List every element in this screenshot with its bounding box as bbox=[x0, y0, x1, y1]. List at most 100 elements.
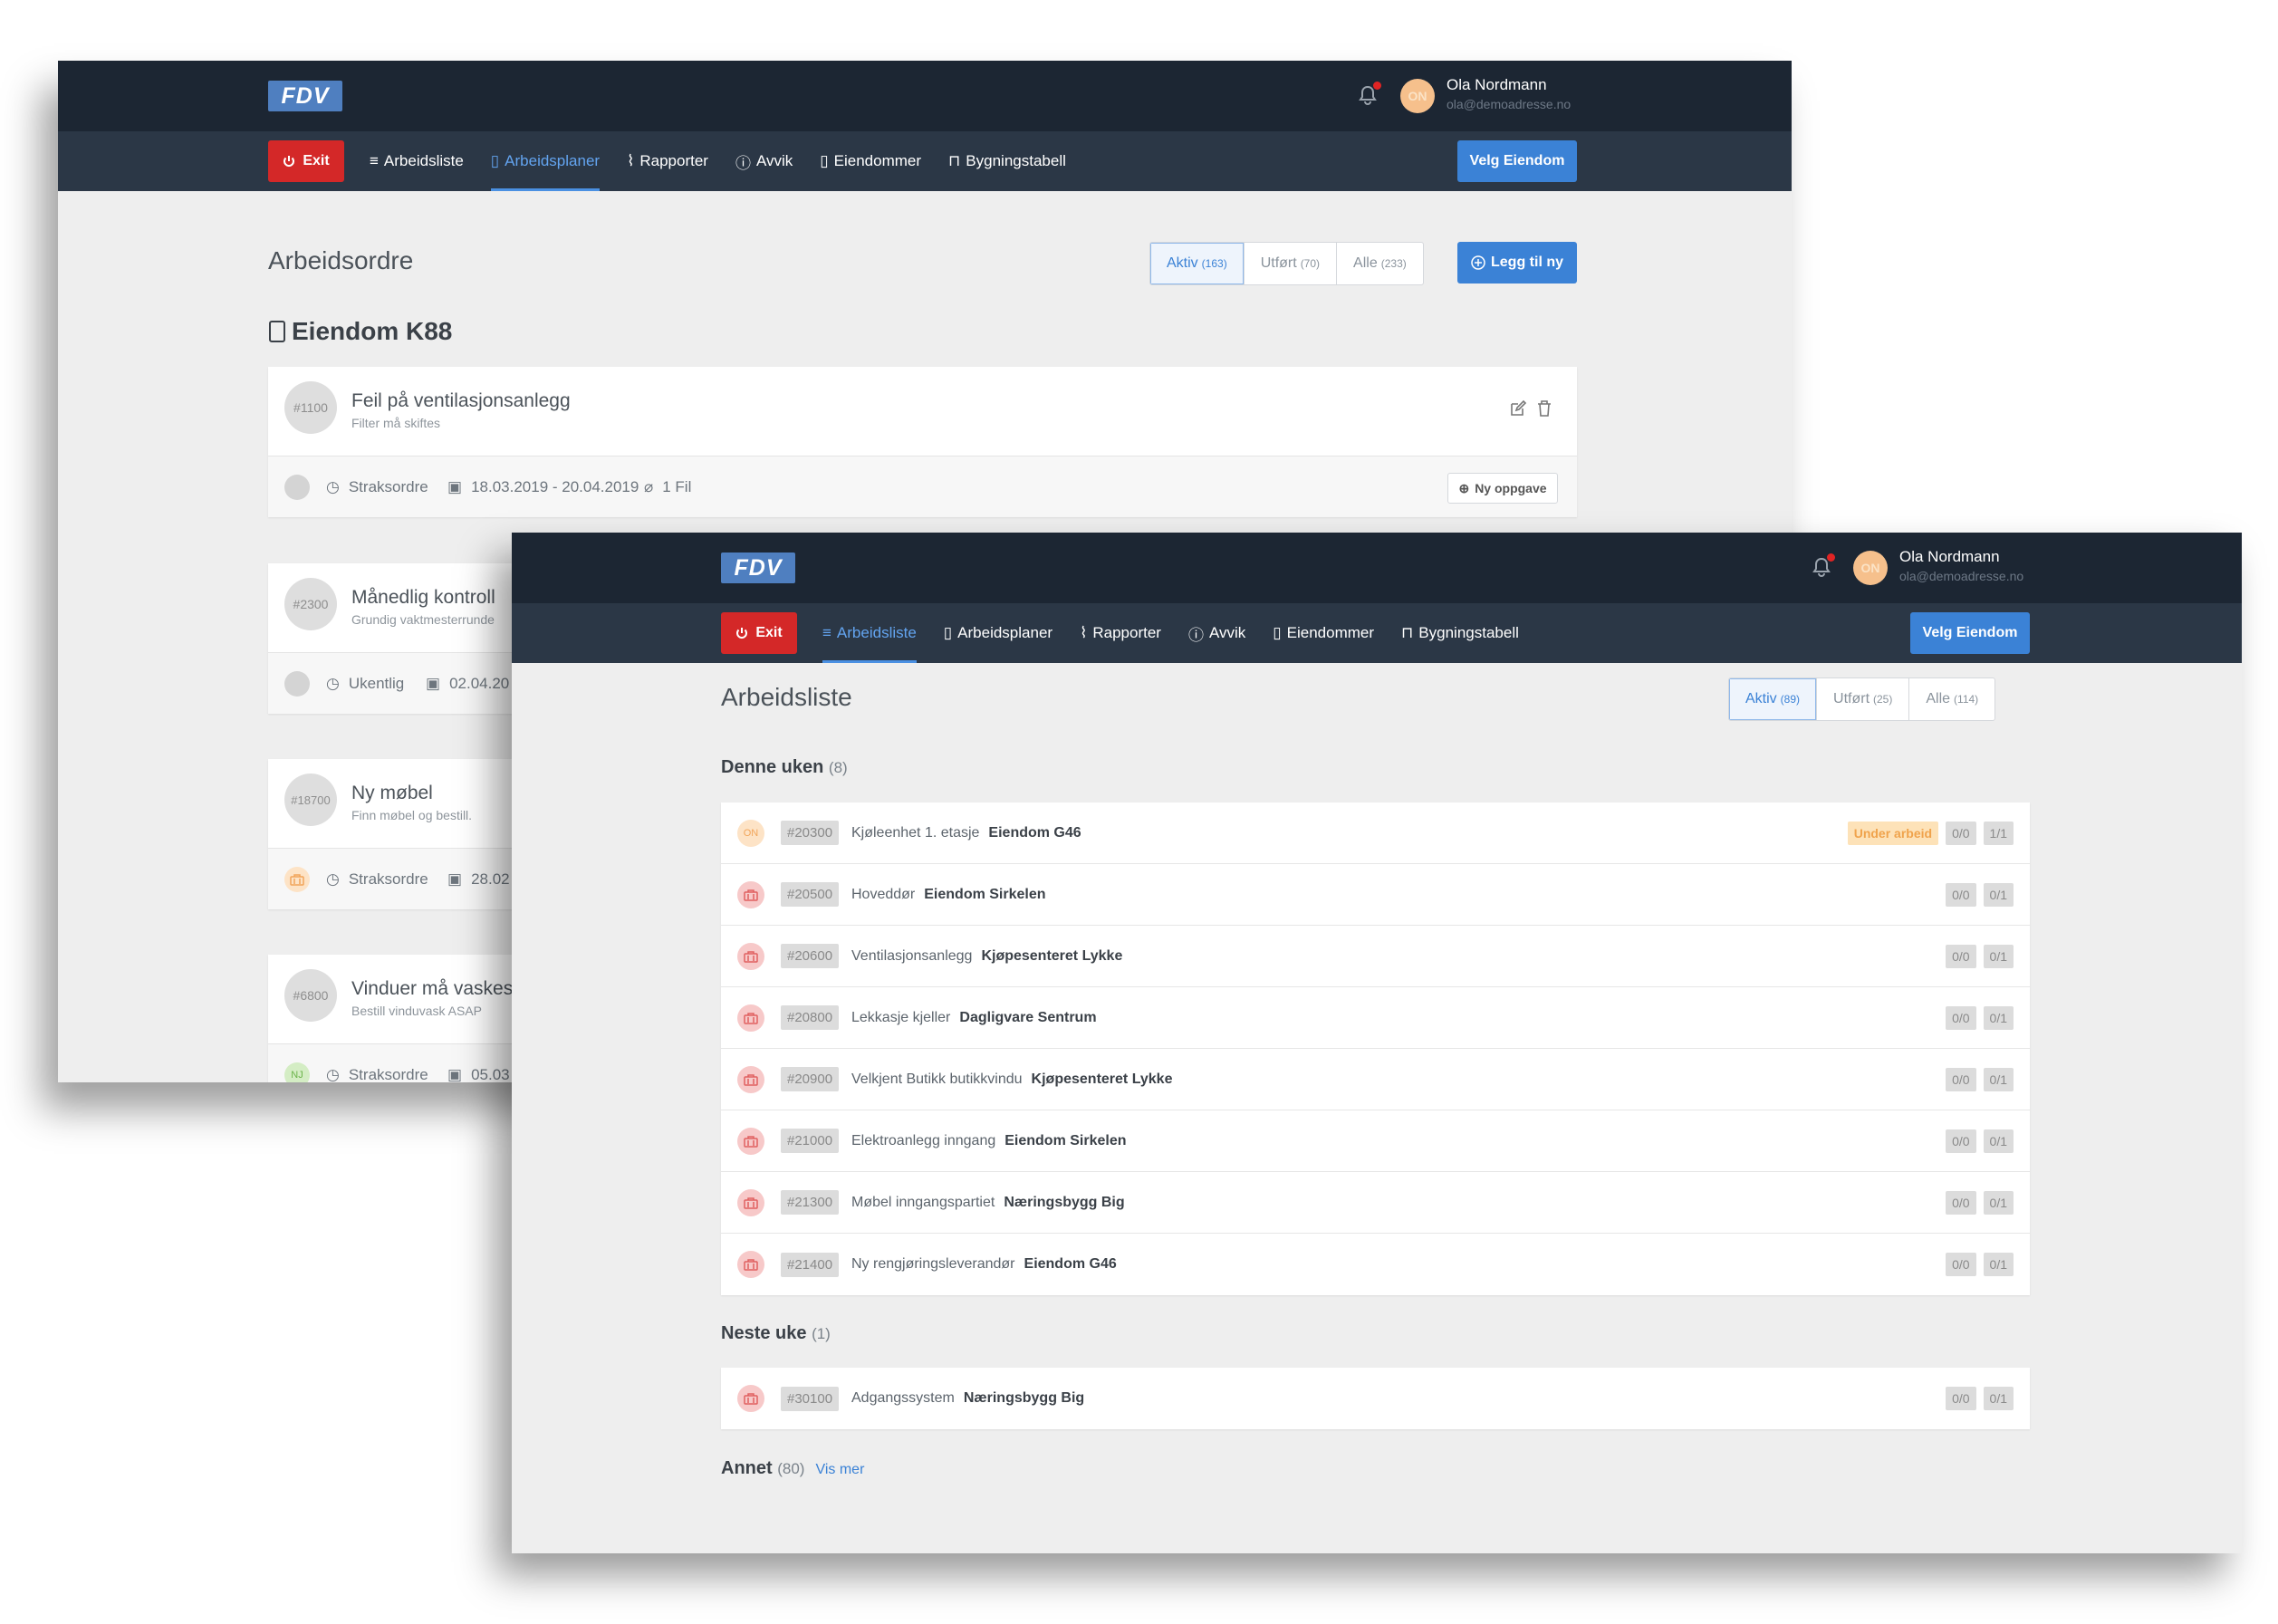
task-row[interactable]: #21400 Ny rengjøringsleverandør Eiendom G4… bbox=[721, 1234, 2030, 1295]
velg-eiendom-button[interactable]: Velg Eiendom bbox=[1457, 140, 1577, 182]
task-row[interactable]: #20900 Velkjent Butikk butikkvindu Kjøpese… bbox=[721, 1049, 2030, 1110]
nav-eiendommer[interactable]: ▯ Eiendommer bbox=[1273, 603, 1374, 663]
work-order-card[interactable]: #1100 Feil på ventilasjonsanlegg Filter … bbox=[268, 367, 1577, 517]
filter-alle[interactable]: Alle (233) bbox=[1336, 243, 1423, 284]
property-heading: Eiendom K88 bbox=[268, 317, 452, 346]
nav-arbeidsplaner[interactable]: ▯ Arbeidsplaner bbox=[490, 131, 601, 191]
status-filter: Aktiv (89) Utført (25) Alle (114) bbox=[1728, 677, 1996, 721]
nav-eiendommer[interactable]: ▯ Eiendommer bbox=[820, 131, 921, 191]
nav-label: Rapporter bbox=[639, 152, 708, 169]
show-more-link[interactable]: Vis mer bbox=[815, 1462, 864, 1477]
nav-bygningstabell[interactable]: ⊓ Bygningstabell bbox=[948, 131, 1066, 191]
date-range-label: 02.04.20 bbox=[449, 675, 510, 692]
task-row[interactable]: #20600 Ventilasjonsanlegg Kjøpesenteret Ly… bbox=[721, 926, 2030, 987]
task-name: Møbel inngangspartiet bbox=[851, 1194, 995, 1210]
nav-arbeidsplaner[interactable]: ▯ Arbeidsplaner bbox=[944, 603, 1052, 663]
edit-icon[interactable] bbox=[1509, 399, 1527, 418]
checklist-badge: 0/0 bbox=[1946, 821, 1976, 845]
bell-icon[interactable] bbox=[1812, 553, 1835, 578]
frequency: ◷ Ukentlig bbox=[326, 675, 404, 693]
assignee-avatar: ON bbox=[737, 819, 764, 847]
add-new-button[interactable]: Legg til ny bbox=[1457, 242, 1577, 283]
nav-arbeidsliste[interactable]: ≡ Arbeidsliste bbox=[822, 603, 917, 663]
task-row[interactable]: #21000 Elektroanlegg inngang Eiendom Sirke… bbox=[721, 1110, 2030, 1172]
nav-avvik[interactable]: ⓘ Avvik bbox=[735, 131, 793, 191]
checklist-badge: 0/0 bbox=[1946, 944, 1976, 968]
order-title: Feil på ventilasjonsanlegg bbox=[351, 390, 571, 411]
task-text: Ventilasjonsanlegg Kjøpesenteret Lykke bbox=[851, 948, 1122, 965]
task-property: Næringsbygg Big bbox=[963, 1390, 1085, 1406]
nav-rapporter[interactable]: ⌇ Rapporter bbox=[1080, 603, 1161, 663]
task-row[interactable]: ON #20300 Kjøleenhet 1. etasje Eiendom G46 U… bbox=[721, 802, 2030, 864]
section-other: Annet (80) Vis mer bbox=[721, 1458, 864, 1479]
task-id: #20300 bbox=[781, 821, 840, 845]
trash-icon[interactable] bbox=[1536, 399, 1552, 418]
filter-count: (25) bbox=[1873, 693, 1893, 706]
checklist-badge: 0/0 bbox=[1946, 882, 1976, 907]
clock-icon: ◷ bbox=[326, 675, 340, 692]
filter-count: (89) bbox=[1780, 693, 1801, 706]
list-icon: ≡ bbox=[370, 152, 379, 169]
task-row[interactable]: #20500 Hoveddør Eiendom Sirkelen 0/0 0/1 bbox=[721, 864, 2030, 926]
list-icon: ≡ bbox=[822, 624, 831, 641]
nav-label: Bygningstabell bbox=[1418, 624, 1519, 641]
user-avatar[interactable]: ON bbox=[1400, 79, 1435, 113]
checklist-badge: 0/0 bbox=[1946, 1067, 1976, 1091]
user-avatar[interactable]: ON bbox=[1853, 551, 1888, 585]
velg-eiendom-button[interactable]: Velg Eiendom bbox=[1910, 612, 2030, 654]
order-number: #18700 bbox=[284, 774, 337, 826]
nav-label: Bygningstabell bbox=[966, 152, 1066, 169]
calendar-icon: ▣ bbox=[447, 478, 463, 495]
filter-label: Utført bbox=[1833, 691, 1870, 706]
filter-count: (114) bbox=[1954, 693, 1979, 706]
exit-label: Exit bbox=[303, 153, 330, 168]
frequency-label: Straksordre bbox=[348, 1066, 428, 1082]
assignee-avatar bbox=[284, 671, 310, 697]
filter-utfort[interactable]: Utført (25) bbox=[1816, 678, 1908, 720]
nav-bygningstabell[interactable]: ⊓ Bygningstabell bbox=[1401, 603, 1519, 663]
nav-rapporter[interactable]: ⌇ Rapporter bbox=[627, 131, 708, 191]
assignee-avatar bbox=[284, 867, 310, 892]
task-name: Velkjent Butikk butikkvindu bbox=[851, 1071, 1023, 1087]
task-text: Hoveddør Eiendom Sirkelen bbox=[851, 887, 1046, 903]
task-id: #30100 bbox=[781, 1386, 840, 1411]
date-range-label: 28.02 bbox=[471, 870, 510, 888]
filter-aktiv[interactable]: Aktiv (163) bbox=[1150, 243, 1244, 284]
nav-label: Eiendommer bbox=[1286, 624, 1375, 641]
exit-button[interactable]: Exit bbox=[268, 140, 344, 182]
filter-alle[interactable]: Alle (114) bbox=[1908, 678, 1994, 720]
clipboard-icon: ▯ bbox=[490, 152, 500, 169]
order-title: Vinduer må vaskes bbox=[351, 978, 514, 999]
nav-arbeidsliste[interactable]: ≡ Arbeidsliste bbox=[370, 131, 464, 191]
exit-button[interactable]: Exit bbox=[721, 612, 797, 654]
task-property: Eiendom Sirkelen bbox=[1004, 1132, 1127, 1148]
pulse-icon: ⌇ bbox=[627, 152, 635, 169]
progress-badge: 0/1 bbox=[1983, 1387, 2014, 1410]
task-row[interactable]: #21300 Møbel inngangspartiet Næringsbygg B… bbox=[721, 1172, 2030, 1234]
paperclip-icon: ⌀ bbox=[644, 478, 654, 495]
task-text: Møbel inngangspartiet Næringsbygg Big bbox=[851, 1195, 1125, 1211]
main-nav: ≡ Arbeidsliste ▯ Arbeidsplaner ⌇ Rapporter … bbox=[822, 603, 1519, 663]
nav-label: Arbeidsliste bbox=[836, 624, 917, 641]
bell-icon[interactable] bbox=[1358, 82, 1381, 106]
filter-aktiv[interactable]: Aktiv (89) bbox=[1729, 678, 1817, 720]
filter-label: Alle bbox=[1353, 255, 1378, 271]
fdv-logo[interactable]: FDV bbox=[721, 553, 795, 583]
new-task-button[interactable]: ⊕ Ny oppgave bbox=[1447, 473, 1558, 504]
date-range-label: 05.03 bbox=[471, 1066, 510, 1082]
fdv-logo[interactable]: FDV bbox=[268, 81, 342, 111]
bookmark-icon: ⊓ bbox=[1401, 624, 1414, 641]
nav-avvik[interactable]: ⓘ Avvik bbox=[1188, 603, 1245, 663]
filter-utfort[interactable]: Utført (70) bbox=[1243, 243, 1336, 284]
task-row[interactable]: #30100 Adgangssystem Næringsbygg Big 0/0 0/1 bbox=[721, 1368, 2030, 1429]
frequency: ◷ Straksordre bbox=[326, 478, 428, 496]
task-name: Kjøleenhet 1. etasje bbox=[851, 824, 980, 841]
attachments[interactable]: ⌀ 1 Fil bbox=[644, 478, 691, 496]
task-property: Kjøpesenteret Lykke bbox=[981, 947, 1123, 964]
checklist-badge: 0/0 bbox=[1946, 1387, 1976, 1410]
task-id: #21400 bbox=[781, 1252, 840, 1277]
pulse-icon: ⌇ bbox=[1080, 624, 1088, 641]
task-row[interactable]: #20800 Lekkasje kjeller Dagligvare Sentrum… bbox=[721, 987, 2030, 1049]
date-range-label: 18.03.2019 - 20.04.2019 bbox=[471, 478, 639, 495]
toolbox-icon bbox=[737, 942, 764, 970]
